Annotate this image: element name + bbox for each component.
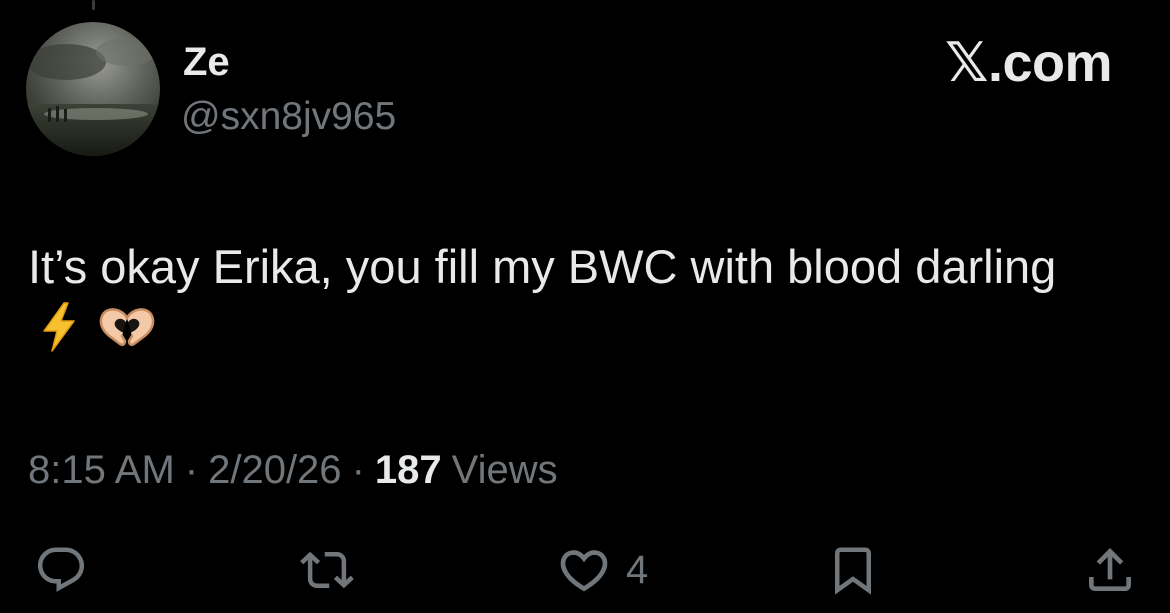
- author-display-name[interactable]: Ze: [183, 38, 230, 86]
- separator: ·: [184, 448, 199, 492]
- views-count: 187: [374, 448, 442, 492]
- high-voltage-emoji: [43, 302, 75, 352]
- tweet-emojis: [40, 301, 156, 353]
- tweet-metadata: 8:15 AM · 2/20/26 · 187 Views: [28, 446, 558, 494]
- bookmark-button[interactable]: [826, 540, 880, 600]
- avatar-image: [26, 22, 160, 156]
- brand-logo: 𝕏.com: [944, 33, 1113, 93]
- tweet-time[interactable]: 8:15 AM: [28, 448, 175, 492]
- separator: ·: [351, 448, 365, 492]
- avatar[interactable]: [26, 22, 160, 156]
- views-label: Views: [451, 448, 558, 492]
- heart-hands-emoji: [99, 308, 155, 347]
- share-button[interactable]: [1082, 540, 1138, 600]
- reply-button[interactable]: [34, 540, 88, 600]
- tweet-text: It’s okay Erika, you fill my BWC with bl…: [28, 240, 1057, 293]
- tweet-date[interactable]: 2/20/26: [208, 448, 341, 492]
- reply-icon: [37, 547, 85, 592]
- author-handle[interactable]: @sxn8jv965: [181, 94, 396, 140]
- thread-connector-line: [92, 0, 95, 10]
- like-count: 4: [626, 548, 649, 592]
- heart-icon: [560, 550, 608, 592]
- like-button[interactable]: 4: [556, 540, 648, 600]
- share-icon: [1089, 548, 1131, 591]
- retweet-icon: [300, 551, 354, 589]
- tweet-body: It’s okay Erika, you fill my BWC with bl…: [28, 236, 1128, 360]
- action-bar: 4: [0, 540, 1170, 600]
- retweet-button[interactable]: [300, 540, 354, 600]
- bookmark-icon: [835, 547, 871, 595]
